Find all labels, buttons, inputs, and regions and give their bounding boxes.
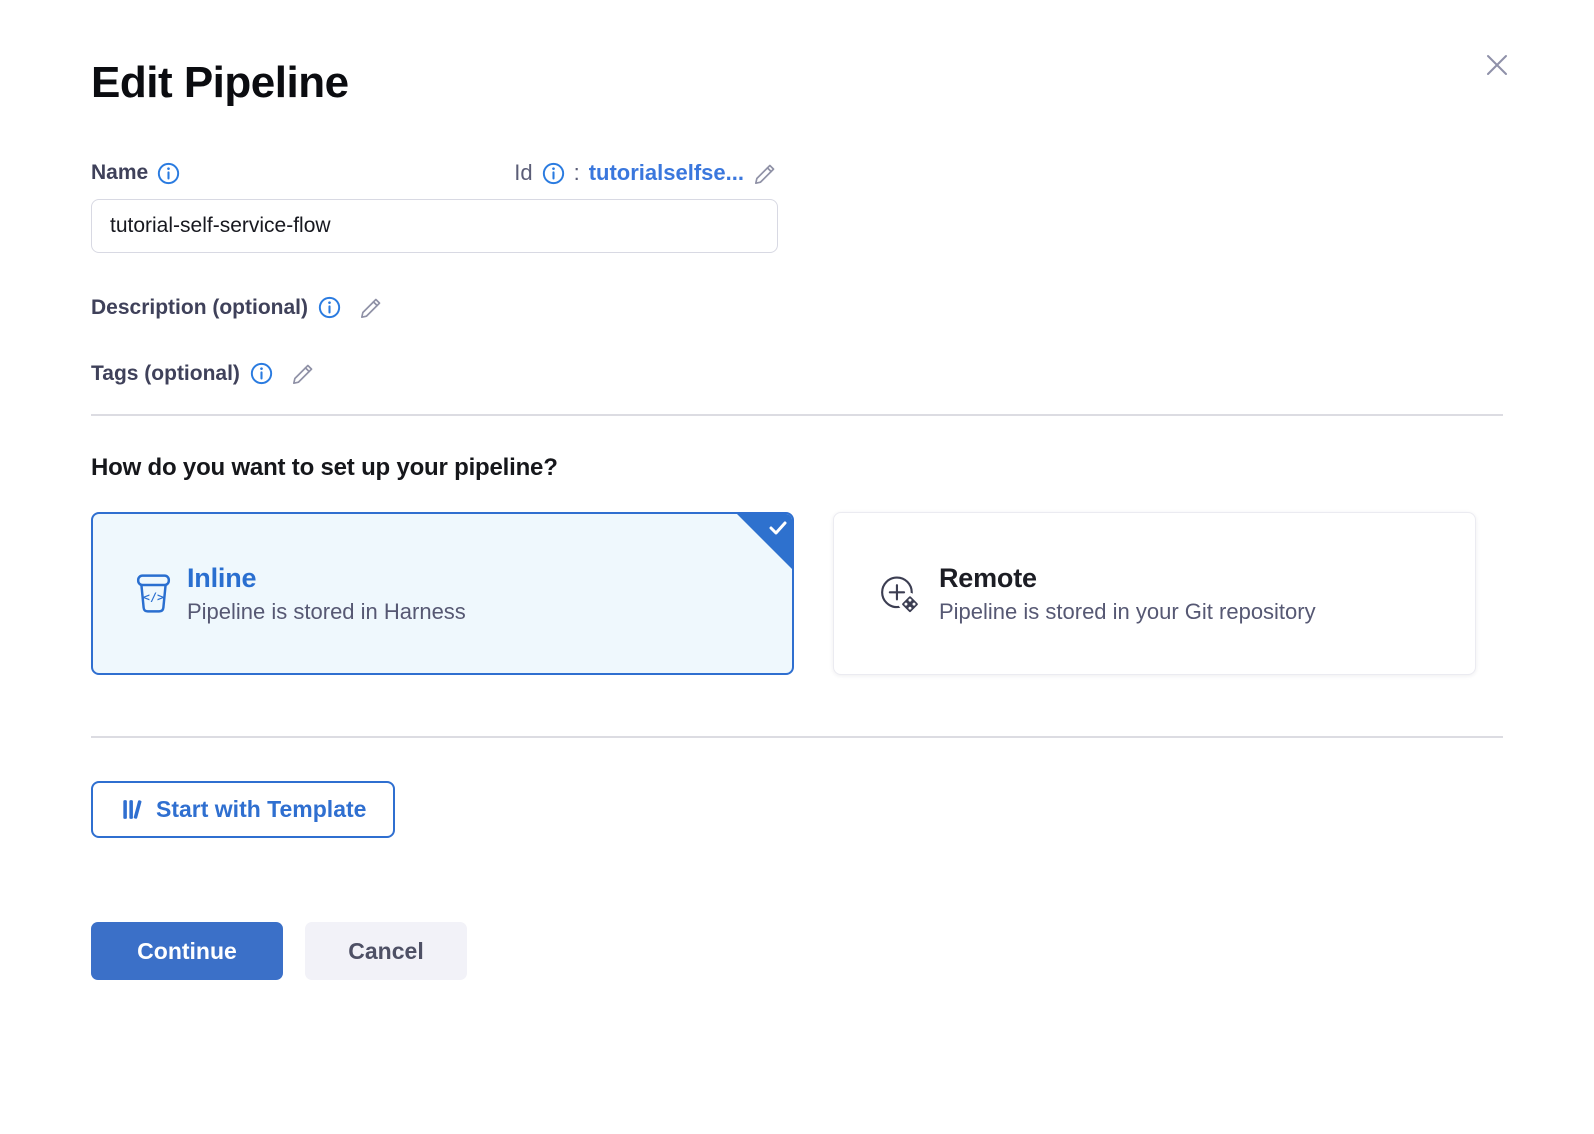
option-desc-remote: Pipeline is stored in your Git repositor… [939,599,1316,625]
option-desc-inline: Pipeline is stored in Harness [187,599,466,625]
inline-repo-icon: </> [135,573,172,614]
remote-git-icon [878,571,923,616]
pencil-icon [359,295,384,320]
name-id-row: Name Id : tutorialselfse... [91,160,778,186]
description-info-icon[interactable] [318,296,341,319]
id-label: Id [514,160,532,186]
option-title-remote: Remote [939,563,1316,594]
name-info-icon[interactable] [157,162,180,185]
svg-text:</>: </> [143,590,164,604]
id-info-icon[interactable] [542,162,565,185]
tags-label: Tags (optional) [91,362,240,386]
description-row: Description (optional) [91,295,1503,320]
pencil-icon [291,361,316,386]
divider [91,414,1503,416]
close-icon [1480,48,1514,82]
edit-description-button[interactable] [359,295,384,320]
tags-info-icon[interactable] [250,362,273,385]
close-button[interactable] [1478,46,1516,84]
edit-id-button[interactable] [753,161,778,186]
setup-question: How do you want to set up your pipeline? [91,454,1503,482]
pencil-icon [753,161,778,186]
name-label: Name [91,161,148,185]
actions-row: Continue Cancel [91,922,1503,980]
start-with-template-label: Start with Template [156,796,366,823]
storage-options: </> Inline Pipeline is stored in Harness [91,512,1503,675]
option-card-remote[interactable]: Remote Pipeline is stored in your Git re… [833,512,1476,675]
pipeline-name-input[interactable] [91,199,778,253]
edit-pipeline-modal: Edit Pipeline Name Id : tut [0,0,1594,1134]
cancel-button[interactable]: Cancel [305,922,467,980]
template-library-icon [120,797,145,822]
pipeline-id-link[interactable]: tutorialselfse... [589,160,744,186]
description-label: Description (optional) [91,296,308,320]
tags-row: Tags (optional) [91,361,1503,386]
start-with-template-button[interactable]: Start with Template [91,781,395,838]
divider [91,736,1503,738]
page-title: Edit Pipeline [91,0,1503,108]
option-title-inline: Inline [187,563,466,594]
option-card-inline[interactable]: </> Inline Pipeline is stored in Harness [91,512,794,675]
id-separator: : [574,160,580,186]
edit-tags-button[interactable] [291,361,316,386]
continue-button[interactable]: Continue [91,922,283,980]
selected-check-badge [736,513,793,570]
